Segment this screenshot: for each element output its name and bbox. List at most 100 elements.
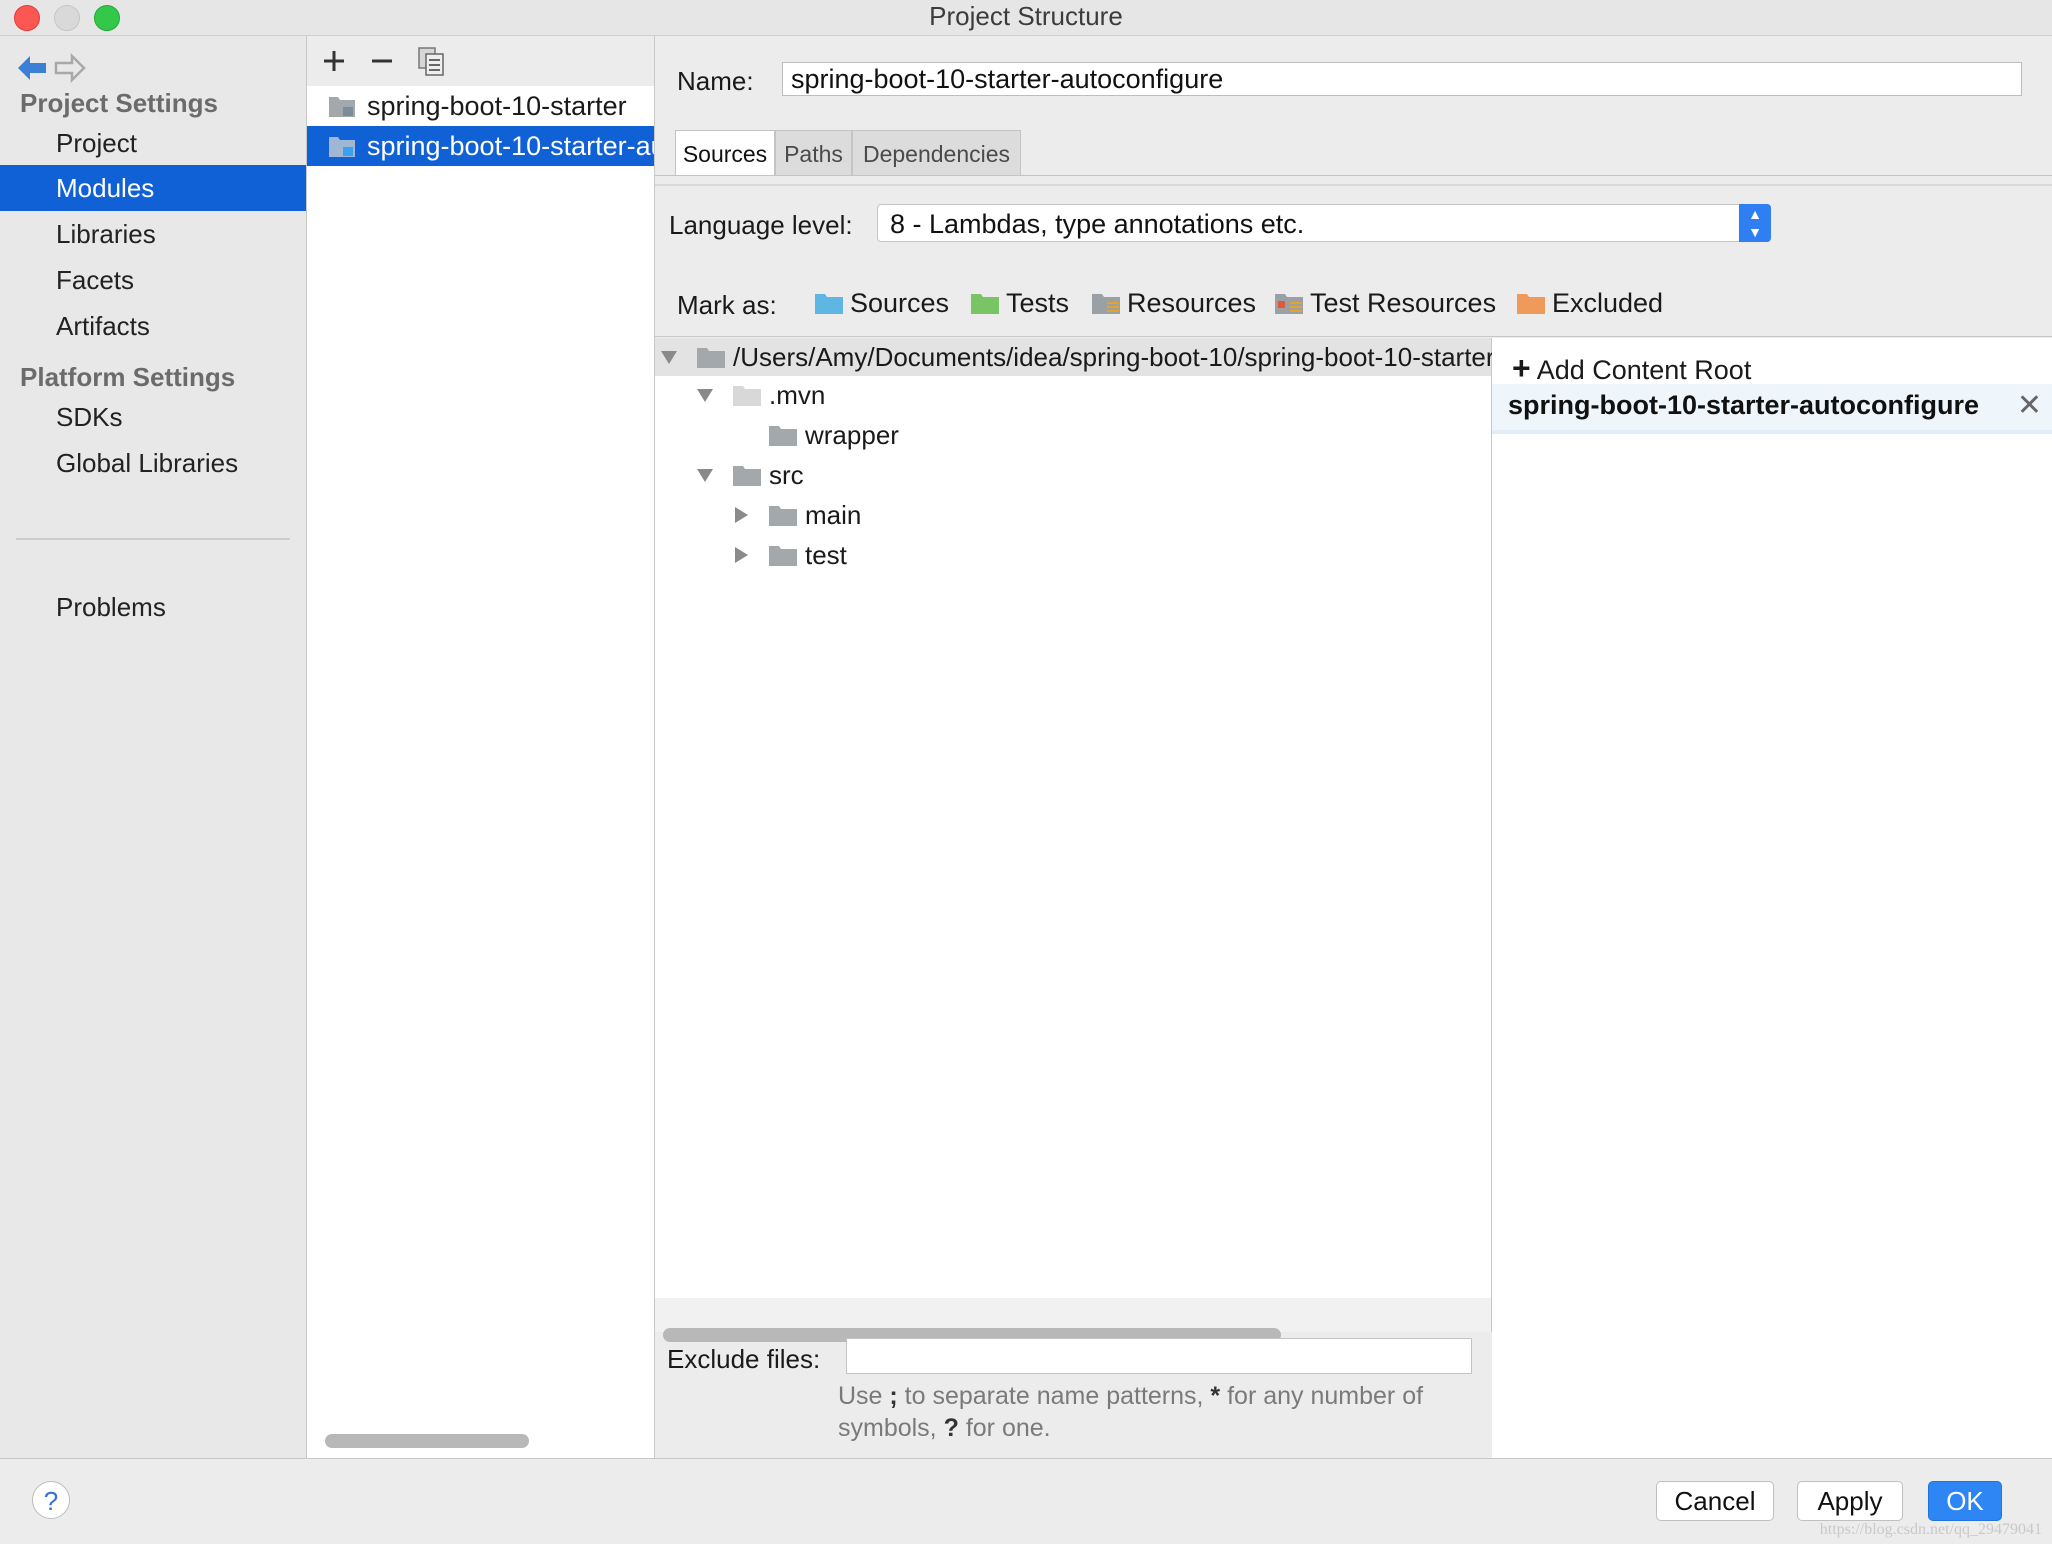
tree-row-test[interactable]: test [655, 536, 1491, 574]
nav-item-label: Libraries [56, 219, 156, 249]
nav-item-facets[interactable]: Facets [0, 257, 306, 303]
tab-dependencies[interactable]: Dependencies [852, 130, 1021, 176]
tree-scroll-track [655, 1298, 1492, 1332]
sources-folder-icon [815, 294, 843, 314]
project-settings-heading: Project Settings [20, 88, 218, 118]
nav-item-label: SDKs [56, 402, 123, 432]
expand-arrow-icon[interactable] [735, 507, 748, 523]
resources-folder-icon [1092, 294, 1120, 314]
exclude-files-input[interactable] [846, 1338, 1472, 1374]
exclude-files-help: Use ; to separate name patterns, * for a… [838, 1380, 1478, 1444]
window-title: Project Structure [929, 1, 1123, 31]
module-list-scrollbar[interactable] [325, 1434, 529, 1448]
folder-icon [733, 466, 761, 486]
cancel-button[interactable]: Cancel [1656, 1481, 1774, 1521]
plus-icon[interactable] [317, 44, 351, 78]
nav-item-project[interactable]: Project [0, 120, 306, 166]
tree-row-mvn[interactable]: .mvn [655, 376, 1491, 414]
content-split-line [655, 336, 2052, 337]
mark-as-label: Mark as: [677, 290, 777, 320]
tab-divider-shadow [655, 184, 2052, 186]
help-text: ; [889, 1382, 898, 1410]
forward-arrow-icon[interactable] [52, 50, 88, 86]
content-roots-panel: + Add Content Root spring-boot-10-starter… [1492, 338, 2052, 1458]
module-item-label: spring-boot-10-starter-autoconfigure [367, 131, 654, 161]
nav-item-label: Problems [56, 592, 166, 622]
nav-item-libraries[interactable]: Libraries [0, 211, 306, 257]
nav-item-label: Modules [56, 173, 155, 203]
platform-settings-heading: Platform Settings [20, 362, 236, 392]
module-folder-icon [329, 137, 355, 157]
dialog-button-bar: ? Cancel Apply OK https://blog.csdn.net/… [0, 1458, 2052, 1544]
title-bar: Project Structure [0, 0, 2052, 36]
content-root-label: spring-boot-10-starter-autoconfigure [1508, 390, 1980, 420]
source-tree: /Users/Amy/Documents/idea/spring-boot-10… [655, 338, 1661, 1298]
tab-paths[interactable]: Paths [775, 130, 852, 176]
chevron-updown-icon: ▲ ▼ [1739, 204, 1771, 242]
collapse-arrow-icon[interactable] [697, 389, 713, 402]
tree-row-src[interactable]: src [655, 456, 1491, 494]
nav-item-label: Facets [56, 265, 135, 295]
folder-icon [769, 546, 797, 566]
add-content-root-label: Add Content Root [1536, 355, 1752, 385]
folder-icon [769, 426, 797, 446]
help-button[interactable]: ? [32, 1481, 70, 1519]
module-toolbar [307, 36, 654, 86]
settings-sidebar: Project Settings Project Modules Librari… [0, 36, 307, 1458]
ok-button[interactable]: OK [1928, 1481, 2002, 1521]
mark-as-label-text: Sources [850, 288, 950, 318]
tree-node-label: test [805, 540, 847, 570]
help-text: for one. [958, 1414, 1051, 1442]
help-text: to separate name patterns, [897, 1382, 1211, 1410]
apply-button[interactable]: Apply [1797, 1481, 1903, 1521]
add-content-root-button[interactable]: + Add Content Root [1512, 350, 1751, 387]
tree-root-row[interactable]: /Users/Amy/Documents/idea/spring-boot-10… [655, 338, 1661, 376]
test-resources-folder-icon [1275, 294, 1303, 314]
module-item-starter[interactable]: spring-boot-10-starter [307, 86, 654, 126]
tab-divider [655, 175, 2052, 176]
module-details-panel: Name: Sources Paths Dependencies Languag… [655, 36, 2052, 1458]
back-arrow-icon[interactable] [14, 50, 50, 86]
close-icon[interactable]: ✕ [2017, 388, 2042, 423]
folder-icon [733, 386, 761, 406]
content-root-item[interactable]: spring-boot-10-starter-autoconfigure ✕ [1492, 384, 2052, 434]
nav-item-global-libraries[interactable]: Global Libraries [0, 440, 306, 486]
module-list-panel: spring-boot-10-starter spring-boot-10-st… [307, 36, 655, 1458]
tree-row-main[interactable]: main [655, 496, 1491, 534]
nav-item-modules[interactable]: Modules [0, 165, 306, 211]
tree-node-label: .mvn [769, 380, 826, 410]
mark-as-label-text: Tests [1006, 288, 1070, 318]
tab-sources[interactable]: Sources [675, 130, 775, 176]
tree-row-wrapper[interactable]: wrapper [655, 416, 1491, 454]
tree-node-label: src [769, 460, 804, 490]
mark-as-label-text: Resources [1127, 288, 1257, 318]
module-item-label: spring-boot-10-starter [367, 91, 627, 121]
tree-node-label: main [805, 500, 862, 530]
tree-node-label: wrapper [805, 420, 899, 450]
collapse-arrow-icon[interactable] [661, 351, 677, 364]
expand-arrow-icon[interactable] [735, 547, 748, 563]
folder-icon [697, 348, 725, 368]
nav-item-label: Global Libraries [56, 448, 239, 478]
help-text: * [1210, 1382, 1221, 1410]
help-text: ? [943, 1414, 959, 1442]
nav-item-problems[interactable]: Problems [0, 584, 306, 630]
project-structure-window: Project Structure Project Settings Proje… [0, 0, 2052, 1544]
nav-item-sdks[interactable]: SDKs [0, 394, 306, 440]
language-level-label: Language level: [669, 210, 853, 240]
module-name-input[interactable] [782, 62, 2022, 96]
minus-icon[interactable] [365, 44, 399, 78]
exclude-files-label: Exclude files: [667, 1344, 821, 1374]
nav-separator [16, 538, 290, 540]
collapse-arrow-icon[interactable] [697, 469, 713, 482]
folder-icon [769, 506, 797, 526]
language-level-select[interactable]: 8 - Lambdas, type annotations etc. ▲ ▼ [877, 204, 1771, 242]
nav-item-artifacts[interactable]: Artifacts [0, 303, 306, 349]
module-item-autoconfigure[interactable]: spring-boot-10-starter-autoconfigure [307, 126, 654, 166]
tests-folder-icon [971, 294, 999, 314]
copy-icon[interactable] [415, 44, 449, 78]
plus-icon: + [1512, 350, 1531, 386]
help-text: Use [838, 1382, 890, 1410]
excluded-folder-icon [1517, 294, 1545, 314]
language-level-value: 8 - Lambdas, type annotations etc. [890, 209, 1305, 239]
